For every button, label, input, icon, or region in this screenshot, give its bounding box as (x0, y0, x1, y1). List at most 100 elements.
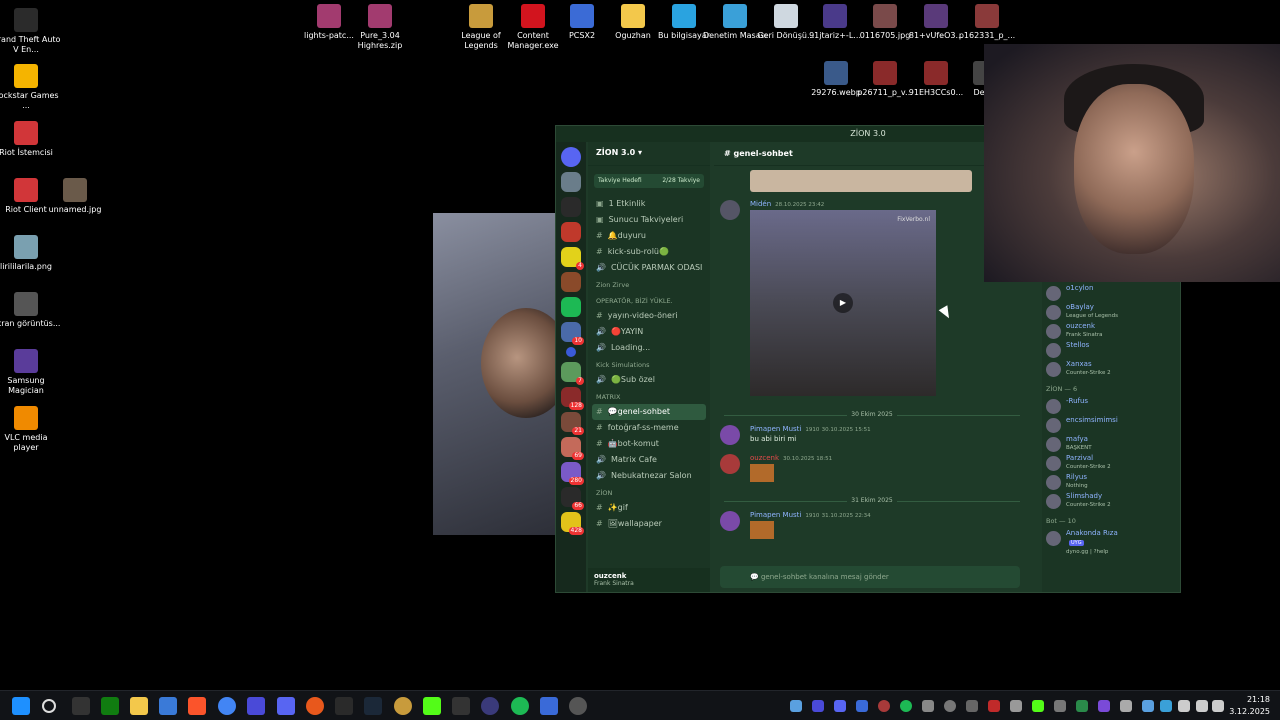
tray-icon[interactable] (878, 700, 890, 712)
user-panel[interactable]: ouzcenk Frank Sinatra (588, 568, 710, 592)
discord-icon[interactable] (277, 697, 295, 715)
member-item[interactable]: Parzival Counter-Strike 2 (1042, 454, 1180, 473)
clock[interactable]: 21:18 3.12.2025 (1229, 694, 1270, 718)
tray-icon[interactable] (812, 700, 824, 712)
avatar[interactable] (720, 425, 740, 445)
tray-icon[interactable] (1076, 700, 1088, 712)
server-icon[interactable]: 4 (561, 247, 584, 270)
taskbar-app-icon[interactable] (540, 697, 558, 715)
server-icon[interactable]: 10 (561, 322, 584, 345)
text-channel[interactable]: # 💬genel-sohbet (592, 404, 706, 420)
desktop-icon[interactable]: lirililarila.png (0, 235, 61, 272)
member-item[interactable]: encsimsimimsi (1042, 416, 1180, 435)
tray-icon[interactable] (790, 700, 802, 712)
tray-icon[interactable] (1010, 700, 1022, 712)
text-channel[interactable]: # 🔔duyuru (588, 228, 710, 244)
store-icon[interactable] (159, 697, 177, 715)
brave-icon[interactable] (188, 697, 206, 715)
tray-icon[interactable] (922, 700, 934, 712)
server-icon[interactable] (561, 197, 581, 217)
discord-home-icon[interactable] (561, 147, 581, 167)
member-item[interactable]: ouzcenk Frank Sinatra (1042, 322, 1180, 341)
member-item[interactable]: Xanxas Counter-Strike 2 (1042, 360, 1180, 379)
search-icon[interactable] (42, 699, 56, 713)
taskbar-app-icon[interactable] (72, 697, 90, 715)
text-channel[interactable]: # 🤖bot-komut (588, 436, 710, 452)
desktop-icon[interactable]: Pure_3.04 Highres.zip (345, 4, 415, 51)
taskbar-app-icon[interactable] (247, 697, 265, 715)
server-icon[interactable]: 66 (561, 487, 584, 510)
server-icon[interactable]: 428 (561, 512, 584, 535)
member-item[interactable]: o1cylon (1042, 284, 1180, 303)
play-icon[interactable]: ▶ (833, 293, 853, 313)
microphone-icon[interactable] (1178, 700, 1190, 712)
taskbar-app-icon[interactable] (569, 697, 587, 715)
guild-header[interactable]: ZİON 3.0 ▾ (588, 142, 710, 166)
tray-icon[interactable] (988, 700, 1000, 712)
file-explorer-icon[interactable] (130, 697, 148, 715)
spotify-icon[interactable] (511, 697, 529, 715)
sticker[interactable] (750, 521, 774, 539)
member-item[interactable]: oBaylay League of Legends (1042, 303, 1180, 322)
discord-tray-icon[interactable] (834, 700, 846, 712)
member-item[interactable]: -Rufus (1042, 397, 1180, 416)
boost-goal[interactable]: Takviye Hedefi 2/28 Takviye (594, 174, 704, 188)
server-icon[interactable] (561, 297, 581, 317)
desktop-icon[interactable]: Samsung Magician (0, 349, 61, 396)
message-author[interactable]: ouzcenk (750, 454, 779, 462)
desktop-icon[interactable]: Grand Theft Auto V En... (0, 8, 61, 55)
desktop-icon[interactable]: p162331_p_... (952, 4, 1022, 41)
event-item[interactable]: ▣ Sunucu Takviyeleri (588, 212, 710, 228)
text-channel[interactable]: # ✨gif (588, 500, 710, 516)
voice-channel[interactable]: 🔊 🔴YAYIN (588, 324, 710, 340)
tray-icon[interactable] (1142, 700, 1154, 712)
lol-icon[interactable] (394, 697, 412, 715)
member-item[interactable]: Rilyus Nothing (1042, 473, 1180, 492)
taskbar-app-icon[interactable] (481, 697, 499, 715)
tray-icon[interactable] (1120, 700, 1132, 712)
steam-icon[interactable] (364, 697, 382, 715)
voice-channel[interactable]: 🔊 Matrix Cafe (588, 452, 710, 468)
text-channel[interactable]: # 🖼wallapaper (588, 516, 710, 532)
text-channel[interactable]: # kick-sub-rolü🟢 (588, 244, 710, 260)
folder-icon[interactable] (566, 347, 576, 357)
text-channel[interactable]: # fotoğraf-ss-meme (588, 420, 710, 436)
volume-icon[interactable] (1212, 700, 1224, 712)
epic-games-icon[interactable] (335, 697, 353, 715)
terminal-icon[interactable] (452, 697, 470, 715)
xbox-icon[interactable] (101, 697, 119, 715)
server-icon[interactable] (561, 272, 581, 292)
network-icon[interactable] (1196, 700, 1208, 712)
desktop-icon[interactable]: Rockstar Games ... (0, 64, 61, 111)
text-channel[interactable]: # yayın-video-öneri (588, 308, 710, 324)
tray-icon[interactable] (1098, 700, 1110, 712)
channel-category[interactable]: MATRIX (588, 388, 710, 404)
chrome-icon[interactable] (218, 697, 236, 715)
desktop-icon[interactable]: Ekran görüntüs... (0, 292, 61, 329)
server-icon[interactable]: 128 (561, 387, 584, 410)
tray-icon[interactable] (966, 700, 978, 712)
avatar[interactable] (720, 200, 740, 220)
image-attachment[interactable] (750, 170, 972, 192)
sticker[interactable] (750, 464, 774, 482)
tray-icon[interactable] (856, 700, 868, 712)
channel-category[interactable]: ZİON (588, 484, 710, 500)
server-icon[interactable]: 21 (561, 412, 584, 435)
start-icon[interactable] (12, 697, 30, 715)
kick-icon[interactable] (423, 697, 441, 715)
message-author[interactable]: Pimapen Musti (750, 425, 801, 433)
message-author[interactable]: Pimapen Musti (750, 511, 801, 519)
channel-category[interactable]: OPERATÖR, BİZİ YÜKLE. (588, 292, 710, 308)
voice-channel[interactable]: 🔊 CÜCÜK PARMAK ODASI (588, 260, 710, 276)
message-author[interactable]: Midén (750, 200, 771, 208)
desktop-icon[interactable]: VLC media player (0, 406, 61, 453)
message-input[interactable]: 💬 genel-sohbet kanalına mesaj gönder (720, 566, 1020, 588)
member-item[interactable]: Slimshady Counter-Strike 2 (1042, 492, 1180, 511)
channel-category[interactable]: Kick Simulations (588, 356, 710, 372)
server-icon[interactable]: 7 (561, 362, 584, 385)
voice-channel[interactable]: 🔊 Nebukatnezar Salon (588, 468, 710, 484)
voice-channel[interactable]: 🔊 🟢Sub özel (588, 372, 710, 388)
channel-category[interactable]: Zion Zirve (588, 276, 710, 292)
avatar[interactable] (720, 454, 740, 474)
desktop-icon[interactable]: Riot İstemcisi (0, 121, 61, 158)
